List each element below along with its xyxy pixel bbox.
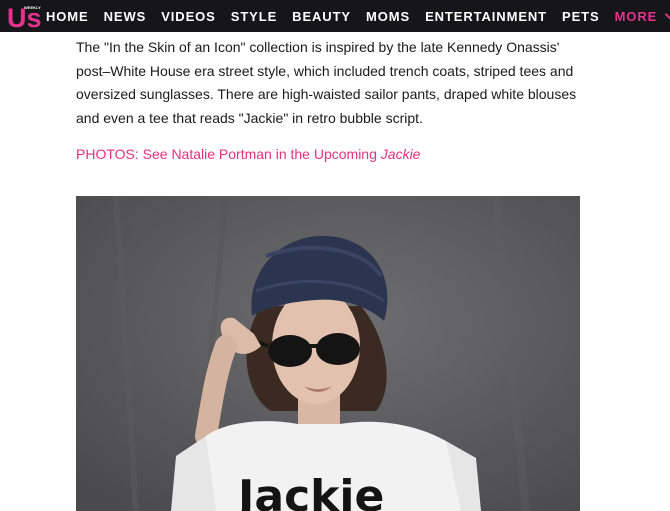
model-photo-illustration: Jackie [76, 196, 580, 511]
nav-item-pets[interactable]: PETS [562, 9, 600, 24]
nav-item-style[interactable]: STYLE [231, 9, 277, 24]
nav-item-home[interactable]: HOME [46, 9, 89, 24]
svg-text:WEEKLY: WEEKLY [24, 5, 41, 10]
nav-item-entertainment[interactable]: ENTERTAINMENT [425, 9, 547, 24]
main-nav: HOME NEWS VIDEOS STYLE BEAUTY MOMS ENTER… [46, 0, 670, 32]
nav-item-beauty[interactable]: BEAUTY [292, 9, 351, 24]
top-navigation-bar: Us WEEKLY HOME NEWS VIDEOS STYLE BEAUTY … [0, 0, 670, 32]
article-photo[interactable]: Jackie [76, 196, 580, 511]
photos-link[interactable]: PHOTOS: See Natalie Portman in the Upcom… [76, 142, 596, 166]
photos-link-text: PHOTOS: See Natalie Portman in the Upcom… [76, 146, 381, 162]
nav-more-label: MORE [614, 8, 658, 24]
us-logo-mark: Us WEEKLY [7, 3, 42, 30]
nav-item-news[interactable]: NEWS [104, 9, 147, 24]
article-body: The "In the Skin of an Icon" collection … [76, 36, 596, 166]
nav-item-moms[interactable]: MOMS [366, 9, 410, 24]
nav-item-videos[interactable]: VIDEOS [161, 9, 216, 24]
photos-link-title: Jackie [380, 146, 421, 162]
article-paragraph: The "In the Skin of an Icon" collection … [76, 39, 577, 126]
nav-more-menu[interactable]: MORE [615, 9, 670, 24]
chevron-down-icon [665, 13, 670, 19]
us-weekly-logo[interactable]: Us WEEKLY [0, 0, 46, 32]
tee-print-text: Jackie [235, 471, 384, 511]
